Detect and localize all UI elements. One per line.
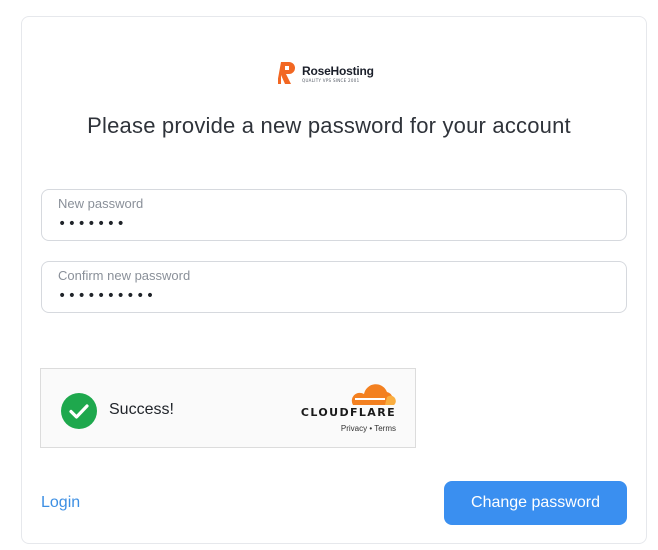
cloudflare-wordmark: CLOUDFLARE: [300, 406, 396, 419]
new-password-input[interactable]: •••••••: [58, 216, 126, 232]
links-separator: •: [369, 424, 373, 433]
success-check-icon: [61, 393, 97, 429]
rosehosting-logo: RoseHosting QUALITY VPS SINCE 2001: [278, 60, 374, 88]
captcha-status: Success!: [109, 401, 174, 418]
change-password-button[interactable]: Change password: [444, 481, 627, 525]
confirm-password-label: Confirm new password: [58, 268, 191, 283]
terms-link[interactable]: Terms: [374, 424, 396, 433]
rosehosting-logo-mark-icon: [278, 62, 295, 84]
cloudflare-links: Privacy • Terms: [320, 424, 396, 433]
cloudflare-turnstile-widget[interactable]: Success! CLOUDFLARE Privacy • Terms: [40, 368, 416, 448]
brand-name: RoseHosting: [302, 64, 374, 78]
new-password-label: New password: [58, 196, 144, 211]
confirm-password-field[interactable]: Confirm new password ••••••••••: [41, 261, 627, 313]
new-password-field[interactable]: New password •••••••: [41, 189, 627, 241]
privacy-link[interactable]: Privacy: [341, 424, 367, 433]
login-link[interactable]: Login: [41, 494, 80, 512]
cloudflare-cloud-icon: [351, 384, 396, 405]
brand-tagline: QUALITY VPS SINCE 2001: [302, 78, 360, 83]
confirm-password-input[interactable]: ••••••••••: [58, 288, 156, 304]
page-title: Please provide a new password for your a…: [87, 113, 571, 138]
